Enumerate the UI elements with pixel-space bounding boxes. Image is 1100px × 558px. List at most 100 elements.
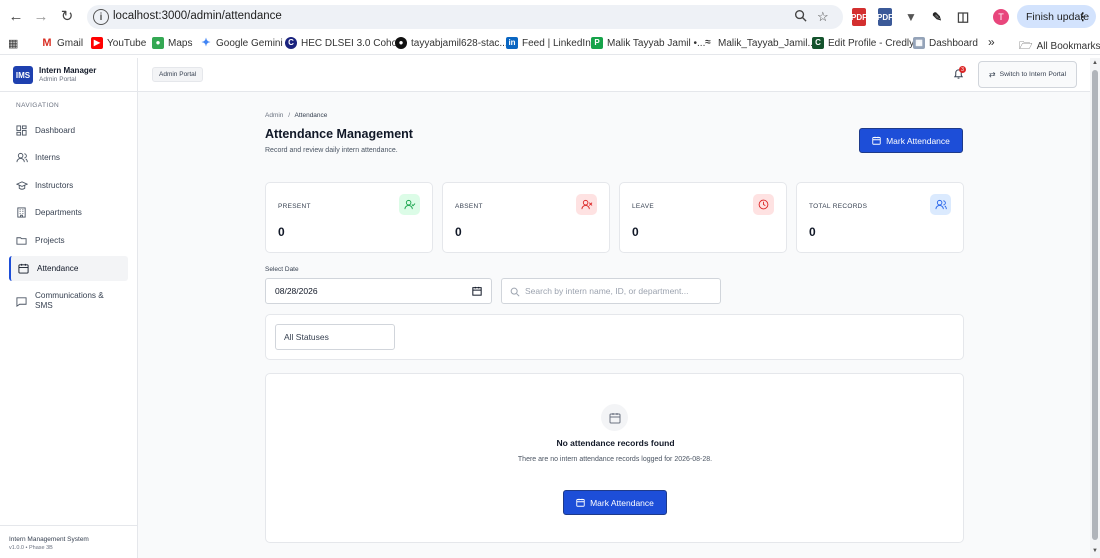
gmail-icon: M <box>42 37 52 49</box>
kebab-menu-icon: ⋮ <box>1077 10 1089 23</box>
extensions-puzzle-icon[interactable]: ◫ <box>956 8 970 26</box>
bookmark-label: Malik Tayyab Jamil •... <box>607 37 706 49</box>
empty-mark-attendance-button[interactable]: Mark Attendance <box>563 490 667 515</box>
brand[interactable]: IMS Intern Manager Admin Portal <box>0 58 138 92</box>
date-value: 08/28/2026 <box>275 286 318 296</box>
app-shell: IMS Intern Manager Admin Portal NAVIGATI… <box>0 58 1100 558</box>
github-icon: ● <box>395 37 407 49</box>
nav-heading: NAVIGATION <box>16 102 60 109</box>
empty-title: No attendance records found <box>556 438 675 448</box>
pdf-tool-extension-icon[interactable]: PDF <box>877 8 893 26</box>
empty-mark-attendance-label: Mark Attendance <box>590 497 654 508</box>
users-icon <box>16 152 28 163</box>
bookmark-malik-2[interactable]: ≈ Malik_Tayyab_Jamil... <box>702 37 816 49</box>
address-bar[interactable]: i localhost:3000/admin/attendance ☆ <box>87 5 843 29</box>
more-bookmarks-chevron-icon[interactable]: » <box>988 35 995 49</box>
bookmark-github[interactable]: ● tayyabjamil628-stac... <box>395 37 508 49</box>
breadcrumb-current: Attendance <box>294 112 328 119</box>
swap-icon: ⇄ <box>988 70 996 79</box>
mark-attendance-button[interactable]: Mark Attendance <box>859 128 963 153</box>
footer-version: v1.0.0 • Phase 3B <box>9 545 53 551</box>
sidebar-item-label: Interns <box>35 153 61 162</box>
scrollbar-thumb[interactable] <box>1092 70 1098 540</box>
sidebar-item-projects[interactable]: Projects <box>9 228 128 253</box>
bookmark-gemini[interactable]: ✦ Google Gemini <box>200 37 282 49</box>
shield-extension-icon[interactable]: ▼ <box>904 8 918 26</box>
dashboard-favicon-icon: ▦ <box>913 37 925 49</box>
scroll-up-arrow-icon[interactable]: ▲ <box>1092 60 1098 66</box>
sidebar-item-label: Attendance <box>37 264 79 273</box>
maps-icon: ● <box>152 37 164 49</box>
search-input[interactable]: Search by intern name, ID, or department… <box>501 278 721 304</box>
page-title: Attendance Management <box>265 127 413 141</box>
sidebar-item-label: Dashboard <box>35 126 76 135</box>
bookmark-label: Malik_Tayyab_Jamil... <box>718 37 816 49</box>
stat-card-total: TOTAL RECORDS 0 <box>796 182 964 253</box>
portal-badge: Admin Portal <box>152 67 204 82</box>
bookmark-label: Edit Profile - Credly <box>828 37 915 49</box>
sidebar-item-label: Communications & SMS <box>35 291 104 310</box>
bookmark-gmail[interactable]: M Gmail <box>41 37 83 49</box>
search-placeholder: Search by intern name, ID, or department… <box>525 286 689 296</box>
back-arrow-icon[interactable]: ← <box>4 4 28 28</box>
switch-portal-button[interactable]: ⇄ Switch to Intern Portal <box>978 61 1077 88</box>
stat-label: LEAVE <box>632 203 654 210</box>
stat-value: 0 <box>455 225 462 239</box>
sidebar-item-interns[interactable]: Interns <box>9 145 128 170</box>
calendar-picker-icon[interactable] <box>472 286 482 296</box>
sidebar-item-departments[interactable]: Departments <box>9 200 128 225</box>
site-info-icon[interactable]: i <box>93 9 109 25</box>
bookmark-linkedin[interactable]: in Feed | LinkedIn <box>506 37 591 49</box>
sidebar-footer: Intern Management System v1.0.0 • Phase … <box>0 525 138 558</box>
scroll-down-arrow-icon[interactable]: ▼ <box>1092 548 1098 554</box>
sidebar-item-dashboard[interactable]: Dashboard <box>9 118 128 143</box>
bookmark-dashboard[interactable]: ▦ Dashboard <box>913 37 978 49</box>
search-icon <box>510 287 520 297</box>
bookmark-star-icon[interactable]: ☆ <box>817 9 829 25</box>
youtube-icon: ▶ <box>91 37 103 49</box>
apps-grid-icon[interactable]: ▦ <box>8 37 18 50</box>
bookmark-maps[interactable]: ● Maps <box>152 37 192 49</box>
bookmark-credly[interactable]: C Edit Profile - Credly <box>812 37 914 49</box>
date-input[interactable]: 08/28/2026 <box>265 278 492 304</box>
breadcrumb-admin[interactable]: Admin <box>265 112 283 119</box>
status-select[interactable]: All Statuses <box>275 324 395 350</box>
sidebar-item-communications[interactable]: Communications & SMS <box>9 287 128 315</box>
mark-attendance-label: Mark Attendance <box>886 135 950 146</box>
bookmark-malik-1[interactable]: P Malik Tayyab Jamil •... <box>591 37 705 49</box>
pdf-extension-icon[interactable]: PDF <box>851 8 867 26</box>
empty-state: No attendance records found There are no… <box>265 373 964 543</box>
bookmark-label: Dashboard <box>929 37 978 49</box>
bookmark-hec[interactable]: C HEC DLSEI 3.0 Coho... <box>285 37 406 49</box>
sidebar-item-attendance[interactable]: Attendance <box>9 256 128 281</box>
bookmarks-bar: ▦ M Gmail ▶ YouTube ● Maps ✦ Google Gemini C… <box>0 33 1100 55</box>
document-icon: ≈ <box>705 37 711 48</box>
clock-icon <box>753 194 774 215</box>
empty-description: There are no intern attendance records l… <box>517 456 713 463</box>
zoom-icon[interactable] <box>794 9 807 25</box>
dashboard-icon <box>16 125 27 136</box>
profile-avatar[interactable]: T <box>993 9 1009 25</box>
stat-value: 0 <box>809 225 816 239</box>
forward-arrow-icon[interactable]: → <box>29 4 53 28</box>
ims-logo: IMS <box>13 66 33 84</box>
page-scrollbar[interactable]: ▲ ▼ <box>1090 58 1100 558</box>
bookmark-youtube[interactable]: ▶ YouTube <box>91 37 146 49</box>
reload-icon[interactable]: ↻ <box>55 4 79 28</box>
finish-update-button[interactable]: Finish update ⋮ <box>1017 5 1096 28</box>
hec-icon: C <box>285 37 297 49</box>
stat-value: 0 <box>278 225 285 239</box>
user-x-icon <box>576 194 597 215</box>
breadcrumb-separator: / <box>288 112 291 119</box>
stat-value: 0 <box>632 225 639 239</box>
date-label: Select Date <box>265 266 299 273</box>
all-bookmarks-button[interactable]: 🗁 All Bookmarks <box>1019 37 1100 56</box>
bookmark-label: Maps <box>168 37 193 49</box>
brand-subtitle: Admin Portal <box>39 76 77 83</box>
eyedropper-extension-icon[interactable]: ✎ <box>930 8 944 26</box>
url-text: localhost:3000/admin/attendance <box>113 10 282 22</box>
switch-portal-label: Switch to Intern Portal <box>999 71 1067 78</box>
folder-icon: 🗁 <box>1019 40 1033 52</box>
notification-count-badge: 3 <box>959 66 966 73</box>
sidebar-item-instructors[interactable]: Instructors <box>9 173 128 198</box>
